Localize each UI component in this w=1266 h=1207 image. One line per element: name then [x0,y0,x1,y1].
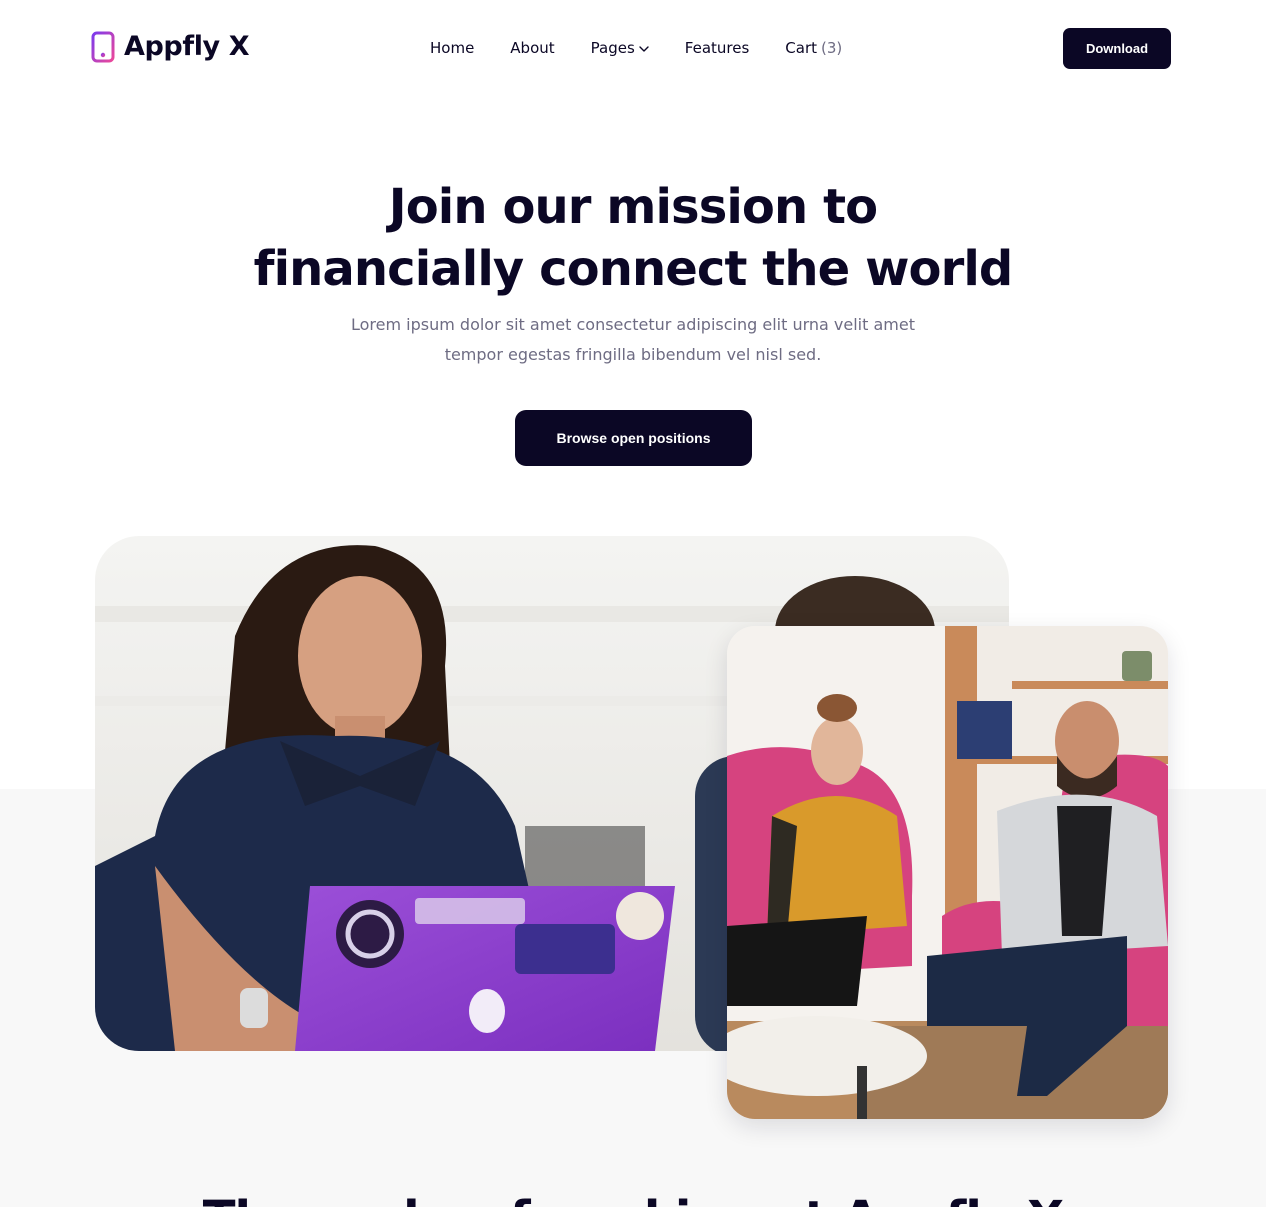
hero-subtitle-line-2: tempor egestas fringilla bibendum vel ni… [444,345,822,364]
cart-count-badge: (3) [821,39,843,57]
main-nav: Home About Pages Features Cart (3) [430,37,842,59]
meeting-chairs-image [727,626,1168,1119]
chevron-down-icon [639,46,649,52]
browse-positions-button[interactable]: Browse open positions [515,410,752,466]
nav-about-label: About [510,39,555,57]
phone-icon [91,31,115,63]
hero-subtitle-line-1: Lorem ipsum dolor sit amet consectetur a… [351,315,915,334]
nav-home[interactable]: Home [430,37,474,59]
nav-features-label: Features [684,39,750,57]
brand-logo[interactable]: Appfly X [91,31,250,63]
nav-pages-label: Pages [590,39,635,57]
nav-home-label: Home [430,39,475,57]
nav-pages-dropdown[interactable]: Pages [591,37,649,59]
perks-section-heading: The perks of working at Appfly X [0,1188,1266,1207]
nav-cart[interactable]: Cart (3) [785,37,842,59]
nav-features[interactable]: Features [685,37,750,59]
nav-about[interactable]: About [510,37,554,59]
hero-title-line-1: Join our mission to [388,179,878,235]
brand-name: Appfly X [124,31,250,62]
hero-subtitle: Lorem ipsum dolor sit amet consectetur a… [333,310,933,370]
team-photo-secondary [727,626,1168,1119]
hero-title-line-2: financially connect the world [253,241,1014,297]
download-button[interactable]: Download [1063,28,1171,69]
nav-cart-label: Cart [785,39,818,57]
site-header: Appfly X Home About Pages Features Cart … [0,0,1266,96]
hero-title: Join our mission to financially connect … [183,176,1083,300]
